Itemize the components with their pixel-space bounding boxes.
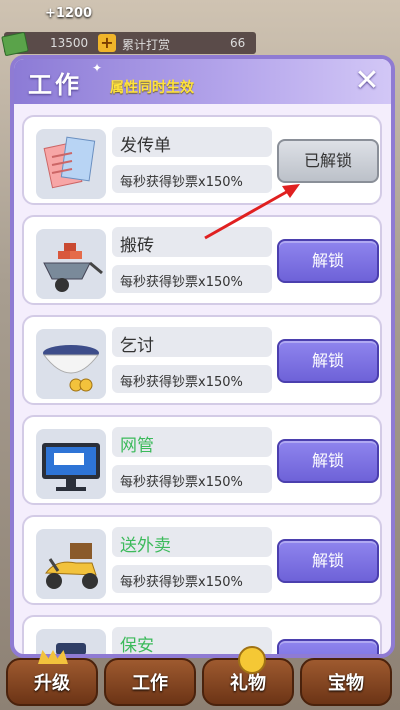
job-card: 送外卖 每秒获得钞票x150% 解锁	[22, 515, 382, 605]
work-panel: 工作 ✦ 属性同时生效 ✕ 发传单 每秒获得钞票x150% 已解锁 搬砖 每秒获…	[10, 55, 395, 658]
tab-upgrade[interactable]: 升级	[6, 650, 98, 706]
unlock-button[interactable]: 解锁	[277, 539, 379, 583]
job-card: 发传单 每秒获得钞票x150% 已解锁	[22, 115, 382, 205]
unlock-button[interactable]: 解锁	[277, 439, 379, 483]
job-name: 乞讨	[120, 336, 154, 356]
bottom-nav: 升级 工作 礼物 宝物	[0, 646, 400, 710]
job-name: 发传单	[120, 136, 171, 156]
job-name: 送外卖	[120, 536, 171, 556]
money-value: 13500	[50, 36, 89, 50]
panel-subtitle: 属性同时生效	[110, 80, 194, 96]
crown-icon	[38, 650, 68, 664]
wheelbarrow-bricks-icon	[36, 229, 106, 299]
job-desc: 每秒获得钞票x150%	[120, 475, 243, 490]
job-desc: 每秒获得钞票x150%	[120, 175, 243, 190]
unlock-button[interactable]: 解锁	[277, 339, 379, 383]
tab-work[interactable]: 工作	[104, 658, 196, 706]
job-card: 乞讨 每秒获得钞票x150% 解锁	[22, 315, 382, 405]
job-desc: 每秒获得钞票x150%	[120, 275, 243, 290]
unlock-button[interactable]: 解锁	[277, 239, 379, 283]
begging-bowl-icon	[36, 329, 106, 399]
job-desc: 每秒获得钞票x150%	[120, 575, 243, 590]
job-name: 网管	[120, 436, 154, 456]
job-card: 网管 每秒获得钞票x150% 解锁	[22, 415, 382, 505]
monitor-icon	[36, 429, 106, 499]
smiley-icon	[238, 646, 266, 674]
add-money-button[interactable]: +	[98, 34, 116, 52]
scooter-icon	[36, 529, 106, 599]
sparkle-icon: ✦	[92, 61, 103, 75]
tab-gift[interactable]: 礼物	[202, 646, 294, 706]
reward-label: 累计打赏	[122, 38, 171, 52]
job-card: 搬砖 每秒获得钞票x150% 解锁	[22, 215, 382, 305]
close-button[interactable]: ✕	[351, 65, 383, 97]
panel-header: 工作 ✦ 属性同时生效 ✕	[14, 59, 391, 104]
reward-value: 66	[230, 36, 246, 50]
job-name: 搬砖	[120, 236, 154, 256]
unlocked-button[interactable]: 已解锁	[277, 139, 379, 183]
tab-treasure[interactable]: 宝物	[300, 658, 392, 706]
job-desc: 每秒获得钞票x150%	[120, 375, 243, 390]
flyer-icon	[36, 129, 106, 199]
income-gain-label: +1200	[45, 6, 93, 21]
panel-title: 工作	[28, 71, 82, 99]
